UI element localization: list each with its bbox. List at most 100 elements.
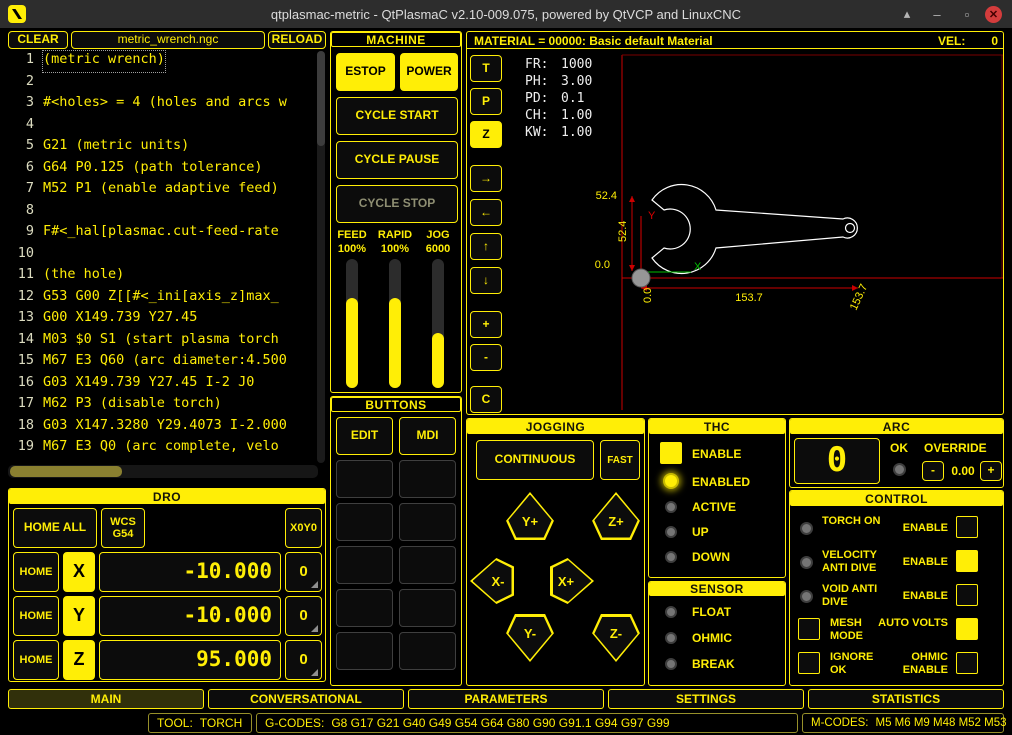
rapid-slider-value: 100% — [375, 243, 415, 256]
wrench-toolpath — [652, 185, 857, 274]
gcode-line[interactable]: 5G21 (metric units) — [10, 137, 310, 158]
axis-z-button[interactable]: Z — [63, 640, 95, 680]
gcode-vscrollbar[interactable] — [317, 51, 325, 463]
arc-ok-label: OK — [890, 441, 908, 455]
gcode-line[interactable]: 7M52 P1 (enable adaptive feed) — [10, 180, 310, 201]
tab-main[interactable]: MAIN — [8, 689, 204, 709]
tab-parameters[interactable]: PARAMETERS — [408, 689, 604, 709]
dim-arrow — [629, 196, 635, 202]
gcode-hscrollbar[interactable] — [8, 465, 318, 478]
mdi-button[interactable]: MDI — [399, 417, 456, 455]
gcode-line[interactable]: 2 — [10, 73, 310, 94]
pan-right-button[interactable]: → — [470, 165, 502, 192]
gcode-line[interactable]: 13G00 X149.739 Y27.45 — [10, 309, 310, 330]
estop-button[interactable]: ESTOP — [336, 53, 395, 91]
wcs-system: G54 — [113, 528, 134, 540]
pan-down-button[interactable]: ↓ — [470, 267, 502, 294]
wcs-button[interactable]: WCS G54 — [101, 508, 145, 548]
custom-button-slot — [336, 460, 393, 498]
tool-label: TOOL: — [157, 716, 193, 730]
dro-y-select[interactable]: 0 — [285, 596, 322, 636]
gcode-line[interactable]: 14M03 $0 S1 (start plasma torch — [10, 331, 310, 352]
gcode-line[interactable]: 16G03 X149.739 Y27.45 I-2 J0 — [10, 374, 310, 395]
dim-height-label-rotated: 52.4 — [617, 221, 629, 242]
torch-on-led — [800, 522, 813, 535]
gcode-vscrollbar-thumb[interactable] — [317, 51, 325, 146]
void-enable-checkbox[interactable] — [956, 584, 978, 606]
pierce-height-info: PH:3.00 — [525, 74, 592, 91]
gcode-line[interactable]: 8 — [10, 202, 310, 223]
maximize-icon[interactable]: ▫ — [955, 7, 979, 22]
axis-y-button[interactable]: Y — [63, 596, 95, 636]
gcode-line[interactable]: 6G64 P0.125 (path tolerance) — [10, 159, 310, 180]
gcode-line[interactable]: 12G53 G00 Z[[#<_ini[axis_z]max_ — [10, 288, 310, 309]
material-selector[interactable]: MATERIAL = 00000: Basic default Material — [474, 34, 713, 48]
dro-z-select[interactable]: 0 — [285, 640, 322, 680]
feed-slider-handle[interactable] — [346, 298, 358, 388]
reload-button[interactable]: RELOAD — [268, 31, 326, 49]
gcode-line[interactable]: 19M67 E3 Q0 (arc complete, velo — [10, 438, 310, 459]
override-minus-button[interactable]: - — [922, 461, 944, 481]
override-plus-button[interactable]: + — [980, 461, 1002, 481]
buttons-header: BUTTONS — [331, 397, 461, 412]
tab-settings[interactable]: SETTINGS — [608, 689, 804, 709]
tab-conversational[interactable]: CONVERSATIONAL — [208, 689, 404, 709]
gcode-line-number: 15 — [10, 352, 34, 373]
velocity-enable-checkbox[interactable] — [956, 550, 978, 572]
home-y-button[interactable]: HOME — [13, 596, 59, 636]
gcode-line[interactable]: 3#<holes> = 4 (holes and arcs w — [10, 94, 310, 115]
clear-plot-button[interactable]: C — [470, 386, 502, 413]
jog-continuous-button[interactable]: CONTINUOUS — [476, 440, 594, 480]
kerf-width-info: KW:1.00 — [525, 125, 592, 142]
ignore-ok-checkbox[interactable] — [798, 652, 820, 674]
clear-button[interactable]: CLEAR — [8, 31, 68, 49]
view-t-button[interactable]: T — [470, 55, 502, 82]
pan-up-button[interactable]: ↑ — [470, 233, 502, 260]
x0y0-button[interactable]: X0Y0 — [285, 508, 322, 548]
view-p-button[interactable]: P — [470, 88, 502, 115]
gcode-line-text: (metric wrench) — [43, 51, 165, 72]
dro-z-value: 95.000 — [99, 640, 281, 680]
power-button[interactable]: POWER — [400, 53, 458, 91]
shade-icon[interactable]: ▴ — [895, 6, 919, 22]
gcode-line[interactable]: 4 — [10, 116, 310, 137]
gcode-line[interactable]: 10 — [10, 245, 310, 266]
gcode-line[interactable]: 18G03 X147.3280 Y29.4073 I-2.000 — [10, 417, 310, 438]
auto-volts-label: AUTO VOLTS — [876, 617, 948, 630]
zoom-in-button[interactable]: + — [470, 311, 502, 338]
jog-fast-button[interactable]: FAST — [600, 440, 640, 480]
view-z-button[interactable]: Z — [470, 121, 502, 148]
gcode-line[interactable]: 1(metric wrench) — [10, 51, 310, 72]
torch-enable-checkbox[interactable] — [956, 516, 978, 538]
thc-enable-checkbox[interactable] — [660, 442, 682, 464]
dro-x-select[interactable]: 0 — [285, 552, 322, 592]
mesh-mode-checkbox[interactable] — [798, 618, 820, 640]
pierce-delay-info: PD:0.1 — [525, 91, 592, 108]
close-icon[interactable]: ✕ — [985, 6, 1002, 23]
gcode-line[interactable]: 9F#<_hal[plasmac.cut-feed-rate — [10, 223, 310, 244]
auto-volts-checkbox[interactable] — [956, 618, 978, 640]
minimize-icon[interactable]: – — [925, 7, 949, 22]
cycle-stop-button[interactable]: CYCLE STOP — [336, 185, 458, 223]
cycle-pause-button[interactable]: CYCLE PAUSE — [336, 141, 458, 179]
tab-statistics[interactable]: STATISTICS — [808, 689, 1004, 709]
gcode-line[interactable]: 11(the hole) — [10, 266, 310, 287]
edit-button[interactable]: EDIT — [336, 417, 393, 455]
axis-x-button[interactable]: X — [63, 552, 95, 592]
dro-x-value: -10.000 — [99, 552, 281, 592]
gcode-line[interactable]: 15M67 E3 Q60 (arc diameter:4.500 — [10, 352, 310, 373]
dropdown-arrow-icon — [311, 669, 318, 676]
loaded-file-name[interactable]: metric_wrench.ngc — [71, 31, 265, 49]
cycle-start-button[interactable]: CYCLE START — [336, 97, 458, 135]
home-all-button[interactable]: HOME ALL — [13, 508, 97, 548]
gcode-hscrollbar-thumb[interactable] — [10, 466, 122, 477]
jog-slider-handle[interactable] — [432, 333, 444, 388]
pan-left-button[interactable]: ← — [470, 199, 502, 226]
home-x-button[interactable]: HOME — [13, 552, 59, 592]
gcode-line[interactable]: 17M62 P3 (disable torch) — [10, 395, 310, 416]
zoom-out-button[interactable]: - — [470, 344, 502, 371]
ohmic-enable-checkbox[interactable] — [956, 652, 978, 674]
rapid-slider-handle[interactable] — [389, 298, 401, 388]
home-z-button[interactable]: HOME — [13, 640, 59, 680]
gcode-line-text: M52 P1 (enable adaptive feed) — [43, 180, 279, 201]
